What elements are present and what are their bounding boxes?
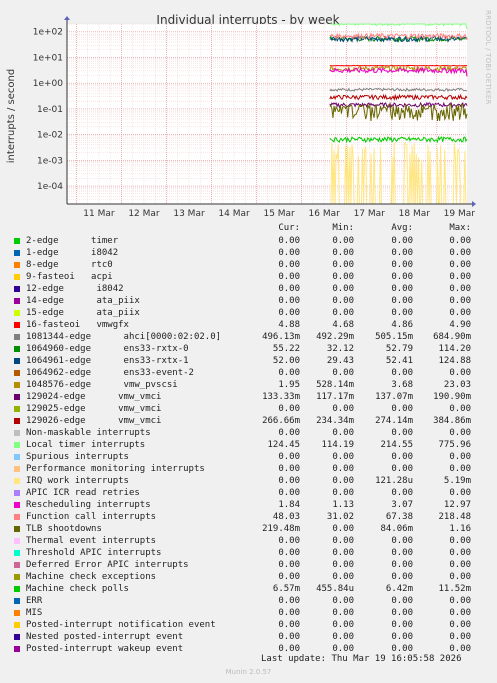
series-line — [329, 64, 468, 67]
x-tick-label: 17 Mar — [354, 209, 386, 219]
x-axis-arrow — [472, 201, 476, 207]
x-tick-label: 16 Mar — [309, 209, 341, 219]
y-tick-label: 1e+00 — [33, 79, 64, 89]
y-tick-label: 1e-02 — [37, 131, 63, 141]
y-tick-label: 1e-01 — [37, 105, 63, 115]
last-update: Last update: Thu Mar 19 16:05:58 2026 — [261, 654, 462, 664]
y-axis-label: interrupts / second — [6, 69, 17, 163]
munin-version: Munin 2.0.57 — [225, 668, 272, 676]
x-tick-label: 11 Mar — [83, 209, 115, 219]
y-axis-arrow — [64, 16, 70, 20]
chart: Individual interrupts - by week 1e-041e-… — [6, 13, 476, 219]
x-tick-label: 13 Mar — [173, 209, 205, 219]
x-tick-label: 14 Mar — [218, 209, 250, 219]
y-tick-label: 1e-04 — [37, 182, 63, 192]
x-tick-label: 12 Mar — [128, 209, 160, 219]
x-tick-label: 15 Mar — [263, 209, 295, 219]
y-tick-label: 1e-03 — [37, 156, 63, 166]
x-tick-label: 18 Mar — [399, 209, 431, 219]
y-tick-label: 1e+01 — [33, 53, 63, 63]
x-tick-label: 19 Mar — [444, 209, 476, 219]
rrdtool-credit: RRDTOOL / TOBI OETIKER — [484, 10, 492, 105]
y-tick-label: 1e+02 — [33, 28, 63, 38]
